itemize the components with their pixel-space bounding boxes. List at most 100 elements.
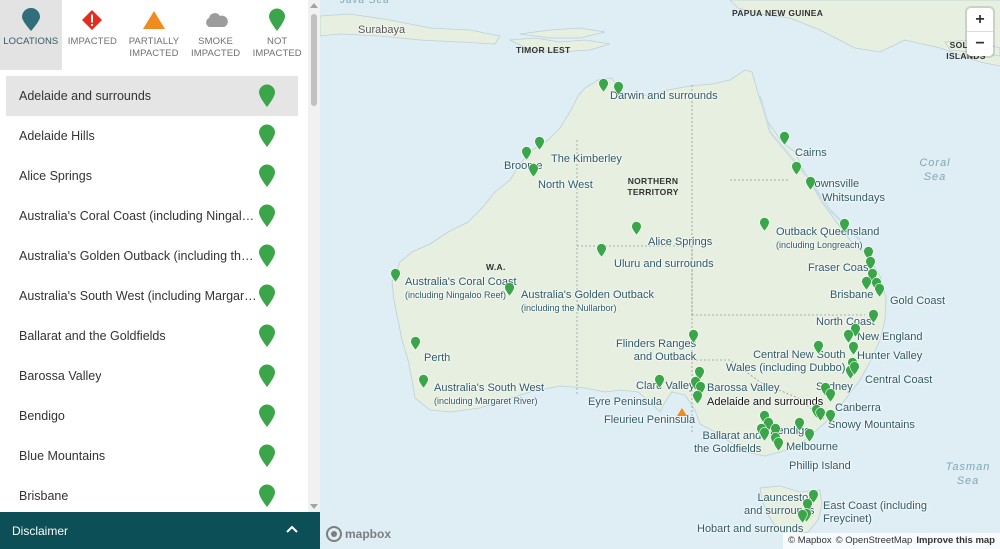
scroll-up-arrow-icon[interactable] (310, 3, 318, 8)
map-label-adelaide[interactable]: Adelaide and surrounds (707, 396, 823, 409)
map-label-kimberley[interactable]: The Kimberley (551, 153, 622, 166)
map-pin-icon[interactable] (631, 221, 642, 236)
location-row-barossa-valley[interactable]: Barossa Valley (6, 356, 298, 396)
map[interactable]: PAPUA NEW GUINEA TIMOR LEST NORTHERN TER… (320, 0, 1000, 549)
map-pin-icon[interactable] (868, 309, 879, 324)
map-pin-icon[interactable] (596, 243, 607, 258)
map-label-alice-springs[interactable]: Alice Springs (648, 236, 712, 249)
map-label-north-coast[interactable]: North Coast (816, 316, 875, 329)
map-label-cairns[interactable]: Cairns (795, 147, 827, 160)
map-label-hunter-valley[interactable]: Hunter Valley (857, 350, 922, 363)
zoom-control: + − (967, 8, 993, 56)
map-label-text: Ballarat and (702, 430, 762, 442)
map-label-barossa-valley[interactable]: Barossa Valley (707, 382, 780, 395)
map-label-snowy-mountains[interactable]: Snowy Mountains (828, 419, 915, 432)
location-row-adelaide-and-surrounds[interactable]: Adelaide and surrounds (6, 76, 298, 116)
filter-partially-impacted[interactable]: PARTIALLY IMPACTED (123, 0, 185, 70)
map-label-whitsundays[interactable]: Whitsundays (822, 192, 885, 205)
location-label: Barossa Valley (19, 369, 102, 383)
map-pin-icon[interactable] (804, 428, 815, 443)
filter-locations[interactable]: LOCATIONS (0, 0, 62, 70)
map-label-darwin[interactable]: Darwin and surrounds (610, 90, 718, 103)
location-row-bendigo[interactable]: Bendigo (6, 396, 298, 436)
location-row-golden-outback[interactable]: Australia's Golden Outback (including th… (6, 236, 298, 276)
filter-impacted[interactable]: IMPACTED (62, 0, 124, 70)
scroll-down-arrow-icon[interactable] (310, 504, 318, 509)
map-label-ballarat[interactable]: Ballarat and the Goldfields (694, 430, 761, 456)
map-label-central-nsw[interactable]: Central New South Wales (including Dubbo… (726, 349, 845, 375)
list-scrollbar[interactable] (308, 0, 320, 512)
partially-impacted-marker-icon[interactable] (677, 408, 687, 416)
warning-triangle-icon (141, 8, 167, 32)
map-label-south-west[interactable]: Australia's South West (including Margar… (434, 382, 544, 408)
map-label-canberra[interactable]: Canberra (835, 402, 881, 415)
attribution-mapbox-link[interactable]: © Mapbox (788, 535, 831, 547)
location-row-brisbane[interactable]: Brisbane (6, 476, 298, 512)
map-pin-icon[interactable] (688, 329, 699, 344)
map-pin-icon[interactable] (825, 409, 836, 424)
map-pin-icon[interactable] (791, 161, 802, 176)
map-pin-icon[interactable] (692, 390, 703, 405)
mapbox-logo[interactable]: mapbox (326, 526, 391, 542)
map-label-phillip-island[interactable]: Phillip Island (789, 460, 851, 473)
map-label-text: Australia's Golden Outback (521, 289, 654, 301)
map-pin-icon[interactable] (849, 361, 860, 376)
map-pin-icon[interactable] (418, 374, 429, 389)
location-row-south-west[interactable]: Australia's South West (including Margar… (6, 276, 298, 316)
map-label-perth[interactable]: Perth (424, 352, 450, 365)
map-label-eyre-peninsula[interactable]: Eyre Peninsula (588, 396, 662, 409)
map-pin-icon[interactable] (759, 427, 770, 442)
map-pin-icon[interactable] (825, 388, 836, 403)
attribution-osm-link[interactable]: © OpenStreetMap (836, 535, 913, 547)
map-pin-icon[interactable] (521, 146, 532, 161)
map-label-golden-outback[interactable]: Australia's Golden Outback (including th… (521, 289, 654, 315)
map-pin-icon[interactable] (874, 283, 885, 298)
map-pin-icon[interactable] (654, 374, 665, 389)
location-row-alice-springs[interactable]: Alice Springs (6, 156, 298, 196)
map-pin-icon[interactable] (613, 81, 624, 96)
map-label-flinders-ranges[interactable]: Flinders Ranges and Outback (616, 338, 696, 364)
map-pin-icon[interactable] (779, 131, 790, 146)
map-pin-icon[interactable] (805, 176, 816, 191)
map-sea-java: Java Sea (340, 0, 390, 6)
location-row-blue-mountains[interactable]: Blue Mountains (6, 436, 298, 476)
map-label-fraser-coast[interactable]: Fraser Coast (808, 262, 872, 275)
map-label-gold-coast[interactable]: Gold Coast (890, 295, 945, 308)
map-pin-icon[interactable] (839, 218, 850, 233)
disclaimer-bar[interactable]: Disclaimer (0, 512, 320, 549)
zoom-out-button[interactable]: − (967, 32, 993, 56)
map-pin-icon[interactable] (410, 336, 421, 351)
location-label: Blue Mountains (19, 449, 106, 463)
chevron-up-icon[interactable] (286, 525, 298, 533)
location-label: Brisbane (19, 489, 69, 503)
map-label-coral-coast[interactable]: Australia's Coral Coast (including Ninga… (405, 276, 517, 302)
map-label-central-coast[interactable]: Central Coast (865, 374, 932, 387)
map-pin-icon[interactable] (759, 217, 770, 232)
map-label-clare-valley[interactable]: Clare Valley (636, 380, 695, 393)
filter-not-impacted[interactable]: NOT IMPACTED (246, 0, 308, 70)
location-label: Australia's Coral Coast (including Ninga… (19, 209, 258, 223)
filter-smoke-impacted[interactable]: SMOKE IMPACTED (185, 0, 247, 70)
map-pin-icon[interactable] (534, 136, 545, 151)
map-label-text: East Coast (including (823, 500, 927, 512)
mapbox-logo-icon (326, 526, 342, 542)
location-row-coral-coast[interactable]: Australia's Coral Coast (including Ninga… (6, 196, 298, 236)
location-row-adelaide-hills[interactable]: Adelaide Hills (6, 116, 298, 156)
map-label-townsville[interactable]: Townsville (809, 178, 859, 191)
map-pin-icon[interactable] (390, 268, 401, 283)
map-label-north-west[interactable]: North West (538, 179, 593, 192)
map-pin-icon[interactable] (528, 163, 539, 178)
map-pin-icon[interactable] (504, 282, 515, 297)
improve-map-link[interactable]: Improve this map (916, 535, 995, 547)
map-pin-icon[interactable] (773, 437, 784, 452)
zoom-in-button[interactable]: + (967, 8, 993, 32)
map-pin-icon[interactable] (813, 340, 824, 355)
map-pin-icon[interactable] (797, 509, 808, 524)
map-pin-icon[interactable] (598, 78, 609, 93)
map-label-east-coast[interactable]: East Coast (including Freycinet) (823, 500, 927, 526)
location-row-ballarat[interactable]: Ballarat and the Goldfields (6, 316, 298, 356)
map-label-new-england[interactable]: New England (857, 331, 922, 344)
map-pin-icon[interactable] (848, 341, 859, 356)
map-label-uluru[interactable]: Uluru and surrounds (614, 258, 714, 271)
scroll-thumb[interactable] (311, 14, 317, 106)
